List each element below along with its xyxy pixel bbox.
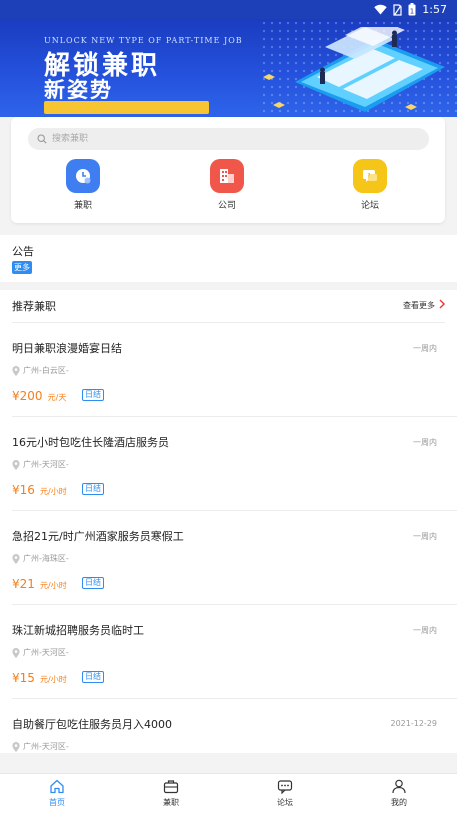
- forum-icon: ?: [353, 159, 387, 193]
- location-pin-icon: [12, 460, 20, 470]
- banner-tagline: [44, 101, 209, 114]
- status-time: 1:57: [422, 3, 447, 16]
- job-title: 急招21元/时广州酒家服务员寒假工: [12, 530, 184, 543]
- category-company[interactable]: 公司: [197, 159, 257, 211]
- salary-amount: 16: [19, 483, 35, 497]
- category-card: 兼职 公司 ? 论坛: [11, 117, 445, 223]
- job-title: 明日兼职浪漫婚宴日结: [12, 342, 122, 355]
- job-title: 珠江新城招聘服务员临时工: [12, 624, 144, 637]
- notice-section: 公告 更多: [0, 235, 457, 282]
- location-pin-icon: [12, 648, 20, 658]
- tab-parttime[interactable]: 兼职: [141, 779, 201, 808]
- location-pin-icon: [12, 366, 20, 376]
- job-location: 广州-白云区-: [23, 366, 69, 375]
- recommend-header: 推荐兼职 查看更多: [12, 290, 445, 323]
- job-location: 广州-天河区-: [23, 460, 69, 469]
- recommend-title: 推荐兼职: [12, 300, 56, 313]
- salary-amount: 21: [19, 577, 35, 591]
- home-icon: [50, 779, 64, 794]
- salary-amount: 15: [19, 671, 35, 685]
- salary-unit: 元/小时: [40, 487, 67, 496]
- wifi-icon: [374, 4, 387, 15]
- job-salary: ¥15 元/小时: [12, 667, 67, 686]
- banner-title-line2: 新姿势: [44, 78, 113, 102]
- job-item[interactable]: 急招21元/时广州酒家服务员寒假工 一周内 广州-海珠区- ¥21 元/小时 日…: [12, 511, 457, 605]
- bottom-tab-bar: 首页 兼职 论坛 我的: [0, 773, 457, 814]
- job-title: 16元小时包吃住长隆酒店服务员: [12, 436, 169, 449]
- salary-currency: ¥: [12, 389, 20, 403]
- battery-icon: 1: [408, 3, 416, 16]
- job-location: 广州-天河区-: [23, 742, 69, 751]
- status-bar: 1 1:57: [0, 0, 457, 19]
- view-more-link[interactable]: 查看更多: [403, 300, 435, 311]
- banner-english-text: UNLOCK NEW TYPE OF PART-TIME JOB: [44, 36, 243, 45]
- job-posted-time: 一周内: [413, 344, 437, 353]
- user-icon: [392, 779, 406, 794]
- salary-unit: 元/天: [47, 393, 67, 402]
- category-parttime[interactable]: 兼职: [53, 159, 113, 211]
- salary-currency: ¥: [12, 483, 20, 497]
- location-pin-icon: [12, 554, 20, 564]
- search-input[interactable]: [28, 128, 429, 150]
- clock-icon: [66, 159, 100, 193]
- promo-banner[interactable]: UNLOCK NEW TYPE OF PART-TIME JOB 解锁兼职 新姿…: [0, 19, 457, 117]
- settlement-tag: 日结: [82, 671, 104, 683]
- search-icon: [37, 134, 47, 144]
- chat-icon: [277, 780, 293, 794]
- tab-label: 论坛: [277, 798, 293, 807]
- settlement-tag: 日结: [82, 483, 104, 495]
- job-posted-time: 一周内: [413, 438, 437, 447]
- tab-mine[interactable]: 我的: [369, 779, 429, 808]
- salary-unit: 元/小时: [40, 581, 67, 590]
- battery-label: 1: [410, 8, 414, 16]
- job-posted-time: 2021-12-29: [390, 719, 438, 728]
- job-item[interactable]: 自助餐厅包吃住服务员月入4000 2021-12-29 广州-天河区-: [12, 699, 457, 753]
- category-label: 兼职: [73, 201, 92, 211]
- banner-phone-illustration: [263, 27, 445, 112]
- job-location: 广州-海珠区-: [23, 554, 69, 563]
- category-label: 论坛: [360, 201, 379, 211]
- job-salary: ¥200 元/天: [12, 385, 66, 404]
- chevron-right-icon[interactable]: [439, 299, 445, 309]
- job-title: 自助餐厅包吃住服务员月入4000: [12, 718, 172, 731]
- job-posted-time: 一周内: [413, 532, 437, 541]
- tab-label: 我的: [391, 798, 407, 807]
- job-salary: ¥21 元/小时: [12, 573, 67, 592]
- job-posted-time: 一周内: [413, 626, 437, 635]
- salary-unit: 元/小时: [40, 675, 67, 684]
- job-item[interactable]: 珠江新城招聘服务员临时工 一周内 广州-天河区- ¥15 元/小时 日结: [12, 605, 457, 699]
- notice-title: 公告: [12, 245, 34, 258]
- svg-text:?: ?: [367, 173, 370, 180]
- no-sim-icon: [393, 3, 402, 16]
- settlement-tag: 日结: [82, 389, 104, 401]
- briefcase-icon: [163, 780, 179, 794]
- job-salary: ¥16 元/小时: [12, 479, 67, 498]
- salary-currency: ¥: [12, 671, 20, 685]
- job-item[interactable]: 明日兼职浪漫婚宴日结 一周内 广州-白云区- ¥200 元/天 日结: [12, 323, 457, 417]
- tab-home[interactable]: 首页: [27, 779, 87, 808]
- category-forum[interactable]: ? 论坛: [340, 159, 400, 211]
- notice-more-badge[interactable]: 更多: [12, 261, 32, 274]
- salary-amount: 200: [19, 389, 43, 403]
- location-pin-icon: [12, 742, 20, 752]
- tab-label: 兼职: [163, 798, 179, 807]
- job-location: 广州-天河区-: [23, 648, 69, 657]
- settlement-tag: 日结: [82, 577, 104, 589]
- building-icon: [210, 159, 244, 193]
- job-item[interactable]: 16元小时包吃住长隆酒店服务员 一周内 广州-天河区- ¥16 元/小时 日结: [12, 417, 457, 511]
- salary-currency: ¥: [12, 577, 20, 591]
- recommended-jobs: 推荐兼职 查看更多 明日兼职浪漫婚宴日结 一周内 广州-白云区- ¥200 元/…: [0, 290, 457, 753]
- tab-label: 首页: [49, 798, 65, 807]
- category-label: 公司: [217, 201, 236, 211]
- tab-forum[interactable]: 论坛: [255, 779, 315, 808]
